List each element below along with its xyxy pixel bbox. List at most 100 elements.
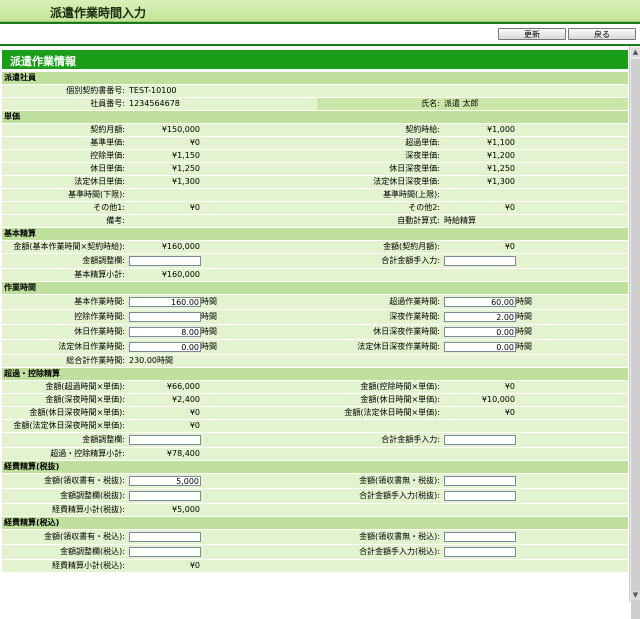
work-time-row: 基本作業時間: 160.00 時間 超過作業時間: 60.00 時間 <box>2 294 628 309</box>
scroll-down-icon[interactable]: ▼ <box>631 591 640 600</box>
overtime-total-manual-label: 合計金額手入力: <box>381 435 440 444</box>
receipt-taxin-input[interactable] <box>129 532 201 542</box>
work-time-input[interactable]: 8.00 <box>129 327 201 337</box>
overtime-subtotal-value: ¥78,400 <box>166 449 200 458</box>
work-time-input[interactable]: 160.00 <box>129 297 201 307</box>
hours-unit: 時間 <box>516 297 532 306</box>
unit-price-value: ¥150,000 <box>161 125 200 134</box>
work-time-input[interactable]: 0.00 <box>129 342 201 352</box>
unit-price-value: ¥0 <box>189 203 200 212</box>
work-time-input[interactable]: 0.00 <box>444 342 516 352</box>
unit-price-label: 基準単価: <box>90 138 125 147</box>
no-receipt-taxin-input[interactable] <box>444 532 516 542</box>
work-time-label: 法定休日深夜作業時間: <box>357 342 440 351</box>
unit-price-label: 深夜単価: <box>405 151 440 160</box>
base-amount-value: ¥160,000 <box>161 242 200 251</box>
adjust-taxfree-input[interactable] <box>129 491 201 501</box>
receipt-taxfree-input[interactable]: 5,000 <box>129 476 201 486</box>
section-title-bar: 派遣作業情報 <box>2 50 628 69</box>
overtime-row: 超過・控除精算小計: ¥78,400 <box>2 447 628 460</box>
expense-taxfree-row: 経費精算小計(税抜): ¥5,000 <box>2 503 628 516</box>
monthly-amount-value: ¥0 <box>504 242 515 251</box>
unit-price-row: 基準単価: ¥0 超過単価: ¥1,100 <box>2 136 628 149</box>
overtime-value: ¥10,000 <box>481 395 515 404</box>
adjust-taxfree-label: 金額調整欄(税抜): <box>60 491 125 500</box>
overtime-label: 金額(法定休日時間×単価): <box>344 408 440 417</box>
hours-unit: 時間 <box>516 327 532 336</box>
receipt-taxin-label: 金額(領収書有・税込): <box>44 532 125 541</box>
overtime-heading: 超過・控除精算 <box>2 367 628 380</box>
work-time-input[interactable]: 60.00 <box>444 297 516 307</box>
section-title: 派遣作業情報 <box>10 55 76 68</box>
page-title: 派遣作業時間入力 <box>50 6 147 20</box>
base-total-manual-label: 合計金額手入力: <box>381 256 440 265</box>
total-manual-taxfree-label: 合計金額手入力(税抜): <box>359 491 440 500</box>
expense-taxfree-subtotal-value: ¥5,000 <box>172 505 200 514</box>
overtime-row: 金額(法定休日深夜時間×単価): ¥0 <box>2 419 628 432</box>
overtime-row: 金額(超過時間×単価): ¥66,000 金額(控除時間×単価): ¥0 <box>2 380 628 393</box>
work-time-heading: 作業時間 <box>2 281 628 294</box>
unit-price-label: 法定休日深夜単価: <box>373 177 440 186</box>
work-time-row: 法定休日作業時間: 0.00 時間 法定休日深夜作業時間: 0.00 時間 <box>2 339 628 354</box>
base-calc-row: 金額(基本作業時間×契約時給): ¥160,000 金額(契約月額): ¥0 <box>2 240 628 253</box>
unit-price-label: 契約月額: <box>90 125 125 134</box>
total-manual-taxin-input[interactable] <box>444 547 516 557</box>
overtime-label: 金額(法定休日深夜時間×単価): <box>13 421 125 430</box>
work-time-label: 基本作業時間: <box>74 297 125 306</box>
base-adjust-input[interactable] <box>129 256 201 266</box>
total-work-time-value: 230.00時間 <box>129 356 173 365</box>
no-receipt-taxfree-input[interactable] <box>444 476 516 486</box>
unit-price-label: 契約時給: <box>405 125 440 134</box>
contract-no-label: 個別契約書番号: <box>66 86 125 95</box>
base-subtotal-value: ¥160,000 <box>161 270 200 279</box>
unit-price-value: ¥1,100 <box>487 138 515 147</box>
expense-taxin-heading: 経費精算(税込) <box>2 516 628 529</box>
work-time-input[interactable] <box>129 312 201 322</box>
unit-price-label: 基準時間(下限): <box>68 190 125 199</box>
back-button[interactable]: 戻る <box>568 28 636 40</box>
adjust-taxin-input[interactable] <box>129 547 201 557</box>
scrollbar-thumb[interactable] <box>631 59 640 619</box>
receipt-taxfree-label: 金額(領収書有・税抜): <box>44 476 125 485</box>
unit-price-value: ¥0 <box>189 138 200 147</box>
unit-price-label: 法定休日単価: <box>74 177 125 186</box>
hours-unit: 時間 <box>201 327 217 336</box>
base-adjust-label: 金額調整欄: <box>82 256 125 265</box>
title-bar: 派遣作業時間入力 <box>0 0 640 22</box>
overtime-adjust-input[interactable] <box>129 435 201 445</box>
work-time-row: 総合計作業時間: 230.00時間 <box>2 354 628 367</box>
total-manual-taxfree-input[interactable] <box>444 491 516 501</box>
base-calc-row: 基本精算小計: ¥160,000 <box>2 268 628 281</box>
work-time-label: 超過作業時間: <box>389 297 440 306</box>
expense-taxfree-row: 金額(領収書有・税抜): 5,000 金額(領収書無・税抜): <box>2 473 628 488</box>
total-manual-taxin-label: 合計金額手入力(税込): <box>359 547 440 556</box>
unit-price-label: 基準時間(上限): <box>383 190 440 199</box>
update-button[interactable]: 更新 <box>498 28 566 40</box>
work-time-input[interactable]: 0.00 <box>444 327 516 337</box>
scroll-up-icon[interactable]: ▲ <box>631 48 640 57</box>
toolbar-divider <box>0 44 640 46</box>
vertical-scrollbar[interactable]: ▲ ▼ <box>629 46 640 619</box>
unit-price-row: その他1: ¥0 その他2: ¥0 <box>2 201 628 214</box>
contract-no-value: TEST-10100 <box>129 86 177 95</box>
unit-price-label: その他1: <box>93 203 125 212</box>
unit-price-heading: 単価 <box>2 110 628 123</box>
overtime-label: 金額(休日時間×単価): <box>360 395 440 404</box>
no-receipt-taxin-label: 金額(領収書無・税込): <box>359 532 440 541</box>
work-time-label: 休日深夜作業時間: <box>373 327 440 336</box>
unit-price-row: 備考: 自動計算式: 時給精算 <box>2 214 628 227</box>
overtime-value: ¥66,000 <box>166 382 200 391</box>
unit-price-label: 備考: <box>106 216 125 225</box>
overtime-label: 金額(超過時間×単価): <box>45 382 125 391</box>
hours-unit: 時間 <box>516 312 532 321</box>
work-time-label: 控除作業時間: <box>74 312 125 321</box>
hours-unit: 時間 <box>201 297 217 306</box>
unit-price-row: 契約月額: ¥150,000 契約時給: ¥1,000 <box>2 123 628 136</box>
overtime-total-manual-input[interactable] <box>444 435 516 445</box>
work-time-input[interactable]: 2.00 <box>444 312 516 322</box>
work-time-row: 控除作業時間: 時間 深夜作業時間: 2.00 時間 <box>2 309 628 324</box>
hours-unit: 時間 <box>201 312 217 321</box>
expense-taxfree-subtotal-label: 経費精算小計(税抜): <box>52 505 125 514</box>
base-total-manual-input[interactable] <box>444 256 516 266</box>
form-content: 派遣社員 個別契約書番号: TEST-10100 社員番号: 123456467… <box>2 71 628 572</box>
